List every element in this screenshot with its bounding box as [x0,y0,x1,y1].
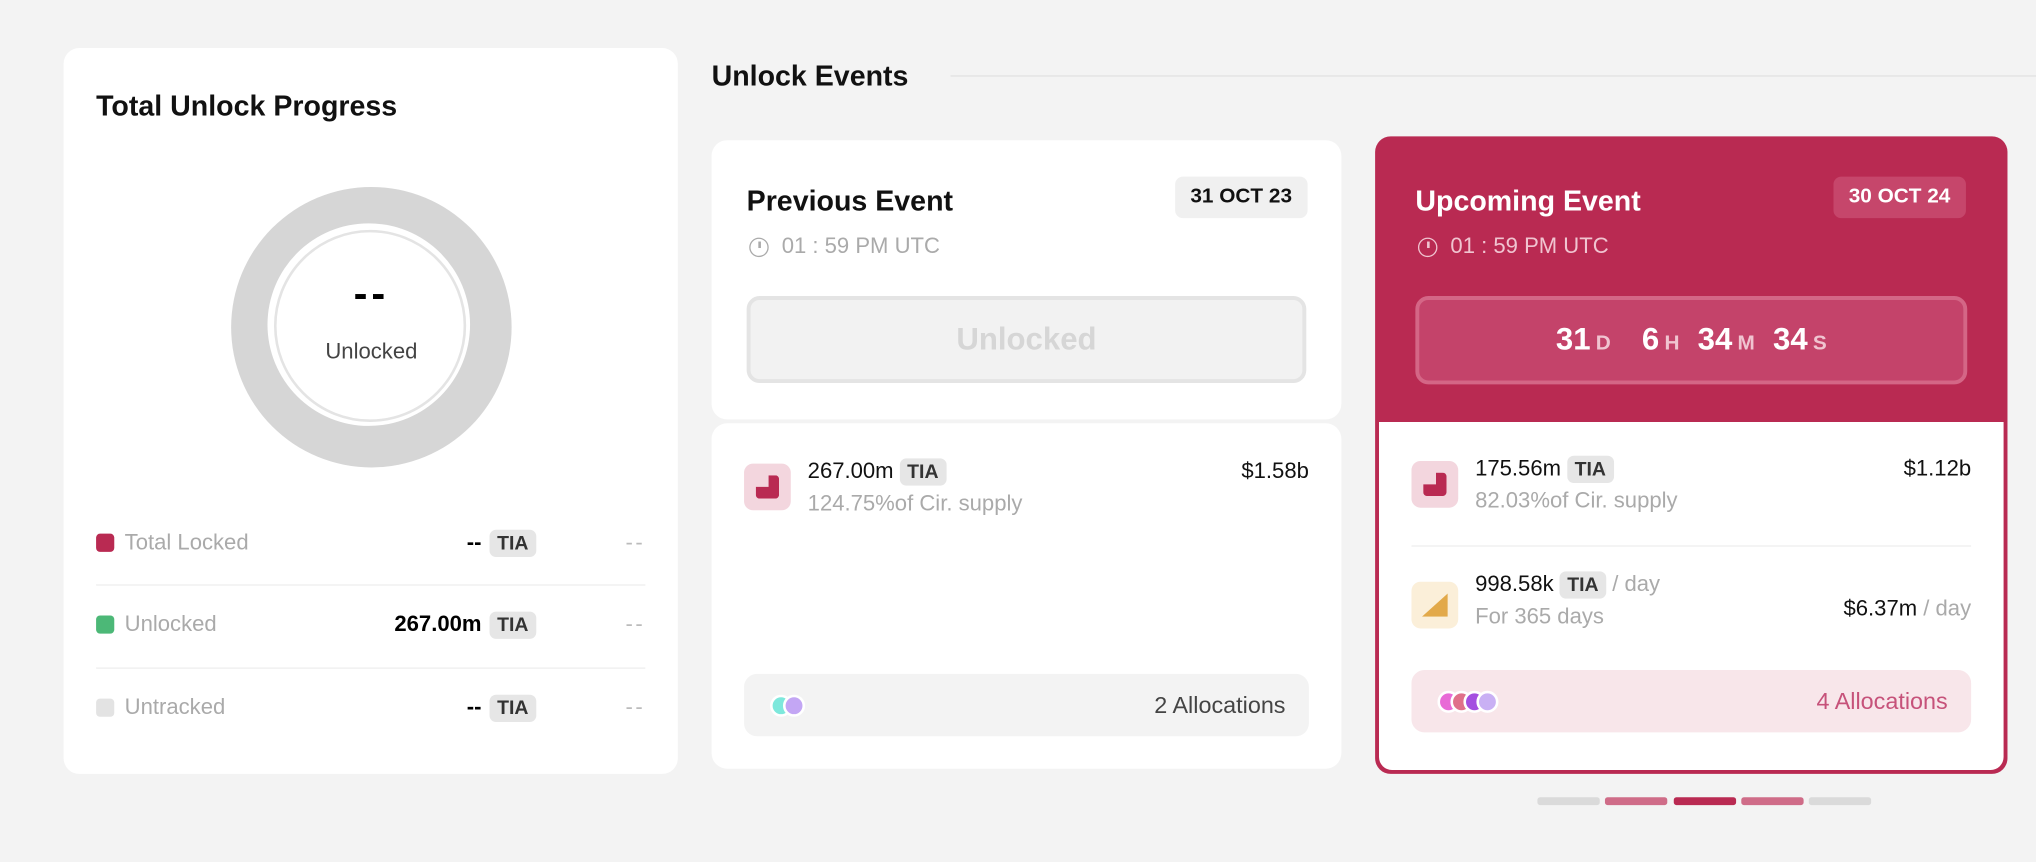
legend-value: -- [466,529,482,555]
countdown-minutes: 34 [1697,322,1733,358]
token-tag: TIA [489,529,537,557]
supply-percent: 82.03%of Cir. supply [1475,488,1678,514]
upcoming-event-date: 30 OCT 24 [1833,176,1966,219]
divider [96,584,646,586]
time-text: 01 : 59 PM UTC [781,233,940,259]
progress-title: Total Unlock Progress [96,89,398,123]
countdown-days: 31 [1555,322,1591,358]
cliff-unlock-icon [1411,460,1459,508]
page-indicator-5[interactable] [1808,797,1872,806]
token-tag: TIA [1566,456,1614,484]
page-indicator-2[interactable] [1604,797,1668,806]
cliff-unlock-icon [744,463,791,511]
donut-center-value: -- [353,270,390,317]
seconds-unit: S [1812,332,1827,355]
legend-value: -- [466,694,482,720]
unlock-usd: $6.37m [1843,596,1918,621]
previous-event-header: Previous Event 31 OCT 23 01 : 59 PM UTC … [711,140,1342,420]
unlock-duration: For 365 days [1475,604,1604,629]
minutes-unit: M [1737,332,1755,355]
previous-event-title: Previous Event [746,184,954,217]
total-unlock-progress-card: Total Unlock Progress -- Unlocked Total … [63,48,678,774]
unlock-events-title: Unlock Events [711,59,909,93]
legend-usd: -- [625,694,646,720]
legend-label: Untracked [124,694,226,720]
legend-swatch [96,615,115,634]
supply-percent: 124.75%of Cir. supply [807,491,1023,516]
legend-label: Unlocked [124,611,217,637]
allocations-button[interactable]: 2 Allocations [744,673,1309,737]
legend-label: Total Locked [124,529,249,555]
clock-icon [1417,236,1438,257]
per-day-label: / day [1612,571,1661,597]
allocations-label: 4 Allocations [1816,687,1948,714]
unlock-item: 267.00m TIA 124.75%of Cir. supply $1.58b [744,458,1309,536]
unlock-donut-chart: -- Unlocked [231,186,512,468]
upcoming-event-time: 01 : 59 PM UTC [1417,233,1609,260]
linear-unlock-item: 998.58k TIA / day For 365 days $6.37m / … [1411,571,1971,649]
header-divider [950,75,2036,77]
token-tag: TIA [1559,571,1607,599]
page-indicator-4[interactable] [1741,797,1804,806]
unlock-usd: $1.12b [1903,455,1972,481]
allocations-button[interactable]: 4 Allocations [1411,670,1972,733]
legend-value: 267.00m [394,611,482,637]
legend-untracked: Untracked -- TIA -- [96,682,645,734]
per-day-label: / day [1923,596,1972,621]
token-tag: TIA [489,610,537,639]
allocation-dots [770,694,806,717]
days-unit: D [1595,332,1611,355]
legend-unlocked: Unlocked 267.00m TIA -- [96,599,645,651]
legend-usd: -- [625,529,646,555]
clock-icon [749,236,769,257]
unlock-amount: 175.56m [1475,455,1562,481]
countdown-hours: 6 [1641,322,1660,358]
status-text: Unlocked [956,321,1097,357]
donut-center-label: Unlocked [325,338,418,364]
allocation-dots [1437,690,1499,713]
unlock-usd: $1.58b [1241,458,1309,484]
token-tag: TIA [489,694,537,722]
countdown-timer: 31 D 6H 34 M 34 S [1415,296,1968,385]
unlock-item: 175.56m TIA 82.03%of Cir. supply $1.12b [1411,456,1971,534]
legend-swatch [96,698,115,717]
time-text: 01 : 59 PM UTC [1450,233,1609,259]
page-indicator-3-active[interactable] [1673,797,1737,806]
legend-usd: -- [625,611,646,637]
legend-swatch [96,533,115,552]
allocations-label: 2 Allocations [1154,691,1286,718]
countdown-seconds: 34 [1773,322,1808,358]
divider [96,667,646,669]
unlock-amount: 267.00m [807,458,894,484]
unlock-amount: 998.58k [1475,571,1554,597]
previous-event-date: 31 OCT 23 [1174,176,1308,219]
previous-event-time: 01 : 59 PM UTC [749,234,940,260]
upcoming-event-title: Upcoming Event [1415,184,1641,217]
legend-total-locked: Total Locked -- TIA -- [96,517,645,569]
upcoming-event-body: 175.56m TIA 82.03%of Cir. supply $1.12b … [1379,422,2004,771]
hours-unit: H [1664,332,1680,355]
previous-event-card[interactable]: Previous Event 31 OCT 23 01 : 59 PM UTC … [711,140,1342,769]
previous-event-body: 267.00m TIA 124.75%of Cir. supply $1.58b… [711,423,1342,769]
upcoming-event-card[interactable]: Upcoming Event 30 OCT 24 01 : 59 PM UTC … [1375,136,2008,774]
token-tag: TIA [899,458,947,486]
page-indicator-1[interactable] [1537,797,1600,806]
divider [1411,545,1972,547]
unlocked-status-button: Unlocked [746,296,1307,384]
linear-unlock-icon [1411,581,1459,629]
